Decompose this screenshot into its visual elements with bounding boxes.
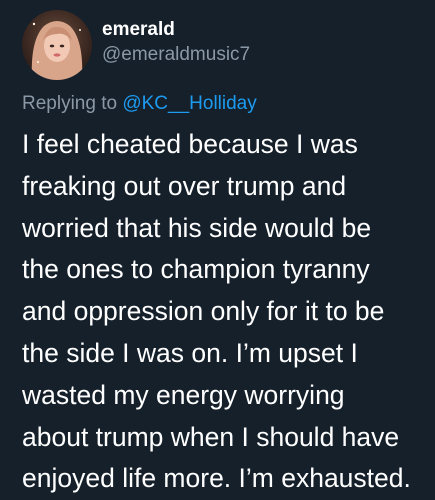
tweet-header: emerald @emeraldmusic7	[22, 10, 250, 80]
tweet-text-line: about trump when I should have	[22, 421, 400, 452]
tweet-text: I feel cheated because I was freaking ou…	[22, 124, 432, 500]
reply-mention-link[interactable]: @KC__Holliday	[122, 93, 256, 114]
tweet-text-line: the ones to champion tyranny	[22, 254, 370, 285]
tweet-text-line: enjoyed life more. I’m exhausted.	[22, 463, 411, 494]
tweet-text-line: I feel cheated because I was	[22, 129, 358, 159]
reply-prefix: Replying to	[22, 93, 123, 114]
tweet-text-line: freaking out over trump and	[22, 170, 347, 201]
tweet-text-line: worried that his side would be	[22, 212, 372, 243]
user-names: emerald @emeraldmusic7	[102, 18, 250, 67]
tweet-card: emerald @emeraldmusic7 Replying to @KC__…	[0, 0, 435, 500]
display-name[interactable]: emerald	[102, 18, 250, 42]
avatar[interactable]	[22, 10, 92, 80]
reply-context: Replying to @KC__Holliday	[22, 92, 257, 116]
tweet-text-line: wasted my energy worrying	[22, 379, 345, 410]
tweet-text-line: and oppression only for it to be	[22, 296, 385, 327]
tweet-text-line: the side I was on. I’m upset I	[22, 337, 358, 368]
user-handle[interactable]: @emeraldmusic7	[102, 43, 250, 67]
profile-photo-icon	[22, 10, 92, 80]
